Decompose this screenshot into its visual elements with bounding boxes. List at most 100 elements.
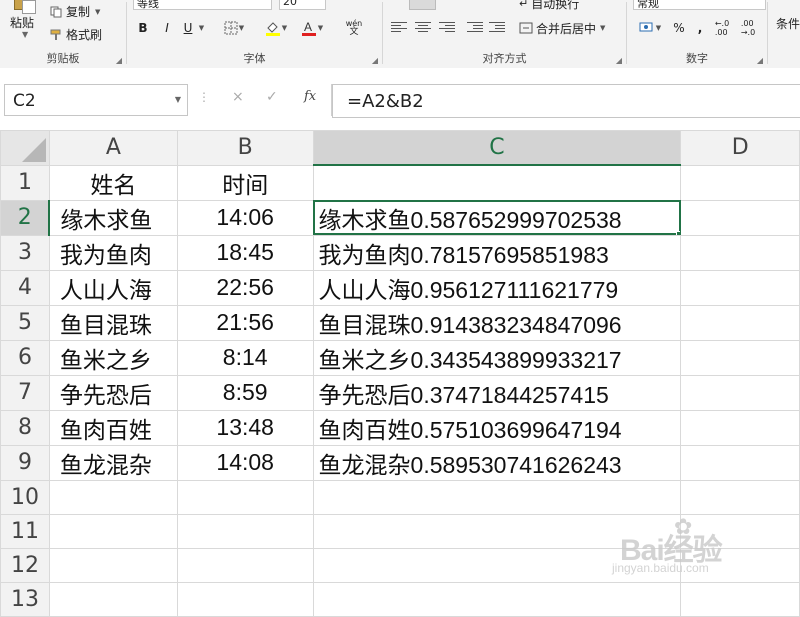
column-header-c[interactable]: C xyxy=(312,130,682,166)
borders-button[interactable]: ▼ xyxy=(221,19,247,37)
cell-b2[interactable]: 14:06 xyxy=(176,199,314,236)
cell-a10[interactable] xyxy=(48,479,178,515)
paste-icon[interactable] xyxy=(8,0,36,14)
cell-a1[interactable]: 姓名 xyxy=(48,164,178,201)
increase-indent-icon[interactable] xyxy=(489,20,505,34)
cell-c9[interactable]: 鱼龙混杂0.589530741626243 xyxy=(312,444,682,481)
paste-button[interactable]: 粘贴 xyxy=(10,14,34,31)
cell-c6[interactable]: 鱼米之乡0.343543899933217 xyxy=(312,339,682,376)
row-header-10[interactable]: 10 xyxy=(0,479,50,515)
cell-b8[interactable]: 13:48 xyxy=(176,409,314,446)
cell-b11[interactable] xyxy=(176,513,314,549)
font-name-select[interactable]: 等线 xyxy=(133,0,272,10)
cell-a13[interactable] xyxy=(48,581,178,617)
row-header-6[interactable]: 6 xyxy=(0,339,50,376)
cell-c10[interactable] xyxy=(312,479,682,515)
cell-a8[interactable]: 鱼肉百姓 xyxy=(48,409,178,446)
cell-a7[interactable]: 争先恐后 xyxy=(48,374,178,411)
formula-bar-grip-icon[interactable]: ⋮ xyxy=(198,90,210,104)
cell-a9[interactable]: 鱼龙混杂 xyxy=(48,444,178,481)
name-box[interactable]: C2 ▼ xyxy=(4,84,188,116)
cell-c13[interactable] xyxy=(312,581,682,617)
select-all-corner[interactable] xyxy=(0,130,50,166)
align-center-icon[interactable] xyxy=(415,20,431,34)
column-header-d[interactable]: D xyxy=(680,130,800,166)
row-header-7[interactable]: 7 xyxy=(0,374,50,411)
align-right-icon[interactable] xyxy=(439,20,455,34)
cell-b13[interactable] xyxy=(176,581,314,617)
conditional-formatting-button[interactable]: 条件 xyxy=(776,14,800,32)
cell-d4[interactable] xyxy=(680,269,800,306)
cell-b4[interactable]: 22:56 xyxy=(176,269,314,306)
cell-a11[interactable] xyxy=(48,513,178,549)
copy-dropdown-icon[interactable]: ▼ xyxy=(95,8,100,16)
cell-d9[interactable] xyxy=(680,444,800,481)
bold-button[interactable]: B xyxy=(135,19,151,37)
number-format-select[interactable]: 常规 xyxy=(633,0,766,10)
decrease-indent-icon[interactable] xyxy=(467,20,483,34)
cell-d1[interactable] xyxy=(680,164,800,201)
fill-handle[interactable] xyxy=(676,230,680,234)
enter-button[interactable]: ✓ xyxy=(266,89,278,105)
format-painter-button[interactable]: 格式刷 xyxy=(50,26,102,43)
cell-b3[interactable]: 18:45 xyxy=(176,234,314,271)
copy-button[interactable]: 复制 ▼ xyxy=(50,3,100,20)
number-launcher-icon[interactable]: ◢ xyxy=(757,56,763,65)
increase-decimal-button[interactable]: ←.0.00 xyxy=(711,19,733,37)
wrap-text-button[interactable]: ↵ 自动换行 xyxy=(519,0,623,12)
cell-b6[interactable]: 8:14 xyxy=(176,339,314,376)
font-size-select[interactable]: 20 xyxy=(279,0,326,10)
font-launcher-icon[interactable]: ◢ xyxy=(372,56,378,65)
paste-dropdown-icon[interactable]: ▼ xyxy=(22,30,28,39)
cell-b7[interactable]: 8:59 xyxy=(176,374,314,411)
align-left-icon[interactable] xyxy=(391,20,407,34)
cell-a2[interactable]: 缘木求鱼 xyxy=(48,199,178,236)
cell-c1[interactable] xyxy=(312,164,682,201)
row-header-12[interactable]: 12 xyxy=(0,547,50,583)
cell-b9[interactable]: 14:08 xyxy=(176,444,314,481)
underline-dropdown-icon[interactable]: ▼ xyxy=(197,19,205,37)
insert-function-button[interactable]: fx xyxy=(304,89,316,104)
row-header-13[interactable]: 13 xyxy=(0,581,50,617)
italic-button[interactable]: I xyxy=(159,19,175,37)
top-align-row-stub[interactable] xyxy=(409,0,436,10)
merge-center-button[interactable]: 合并后居中 ▼ xyxy=(519,19,623,37)
row-header-5[interactable]: 5 xyxy=(0,304,50,341)
column-header-b[interactable]: B xyxy=(176,130,314,166)
cell-b12[interactable] xyxy=(176,547,314,583)
cell-d3[interactable] xyxy=(680,234,800,271)
cell-a6[interactable]: 鱼米之乡 xyxy=(48,339,178,376)
row-header-4[interactable]: 4 xyxy=(0,269,50,306)
formula-input[interactable]: =A2&B2 xyxy=(332,84,800,118)
cell-c3[interactable]: 我为鱼肉0.78157695851983 xyxy=(312,234,682,271)
cell-a5[interactable]: 鱼目混珠 xyxy=(48,304,178,341)
font-color-button[interactable]: A ▼ xyxy=(297,19,327,37)
cell-d5[interactable] xyxy=(680,304,800,341)
phonetic-guide-button[interactable]: wén 文 xyxy=(339,19,369,37)
row-header-11[interactable]: 11 xyxy=(0,513,50,549)
cell-d2[interactable] xyxy=(680,199,800,236)
percent-button[interactable]: % xyxy=(671,19,687,37)
cell-c7[interactable]: 争先恐后0.37471844257415 xyxy=(312,374,682,411)
fill-color-button[interactable]: ▼ xyxy=(261,19,291,37)
cell-c5[interactable]: 鱼目混珠0.914383234847096 xyxy=(312,304,682,341)
alignment-launcher-icon[interactable]: ◢ xyxy=(616,56,622,65)
row-header-9[interactable]: 9 xyxy=(0,444,50,481)
underline-button[interactable]: U xyxy=(181,19,195,37)
cell-c8[interactable]: 鱼肉百姓0.575103699647194 xyxy=(312,409,682,446)
cell-a3[interactable]: 我为鱼肉 xyxy=(48,234,178,271)
active-cell-c2[interactable]: 缘木求鱼0.587652999702538 xyxy=(312,199,682,236)
cell-c4[interactable]: 人山人海0.956127111621779 xyxy=(312,269,682,306)
comma-style-button[interactable]: , xyxy=(693,19,707,37)
cell-b5[interactable]: 21:56 xyxy=(176,304,314,341)
name-box-dropdown-icon[interactable]: ▼ xyxy=(175,95,181,104)
clipboard-launcher-icon[interactable]: ◢ xyxy=(116,56,122,65)
cell-b1[interactable]: 时间 xyxy=(176,164,314,201)
row-header-1[interactable]: 1 xyxy=(0,164,50,201)
cell-d8[interactable] xyxy=(680,409,800,446)
cell-d6[interactable] xyxy=(680,339,800,376)
cell-a4[interactable]: 人山人海 xyxy=(48,269,178,306)
row-header-8[interactable]: 8 xyxy=(0,409,50,446)
column-header-a[interactable]: A xyxy=(48,130,178,166)
cell-a12[interactable] xyxy=(48,547,178,583)
